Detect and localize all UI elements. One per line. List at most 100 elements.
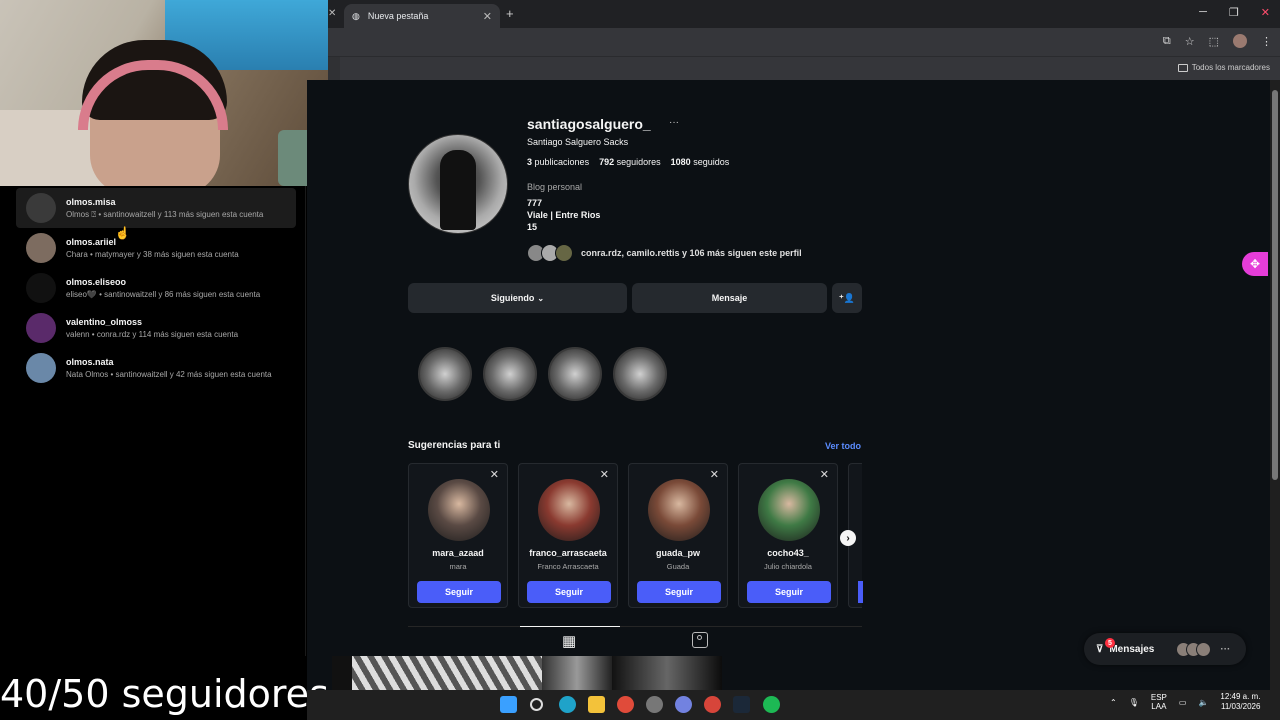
story-highlight[interactable] [418, 347, 472, 401]
posts-grid-icon[interactable]: ▦ [562, 632, 576, 650]
avatar[interactable] [538, 479, 600, 541]
message-button[interactable]: Mensaje [632, 283, 827, 313]
list-item[interactable]: olmos.nata Nata Olmos • santinowaitzell y… [16, 348, 296, 388]
tab-close-icon[interactable]: ✕ [483, 10, 492, 23]
suggestion-card[interactable]: ✕ cocho43_ Julio chiardola Seguir [738, 463, 838, 608]
list-item[interactable]: olmos.eliseoo eliseo🖤 • santinowaitzell y… [16, 268, 296, 308]
suggestion-username[interactable]: franco_arrascaeta [519, 548, 617, 558]
avatar[interactable] [26, 193, 56, 223]
messages-button[interactable]: ⊽ 5 Mensajes ··· [1084, 633, 1246, 665]
extensions-icon[interactable]: ⬚ [1209, 35, 1219, 48]
avatar[interactable] [26, 353, 56, 383]
list-item[interactable]: olmos.ariiel Chara • matymayer y 38 más s… [16, 228, 296, 268]
post-thumbnail[interactable] [612, 656, 722, 690]
following-stat[interactable]: 1080 seguidos [671, 157, 730, 167]
dismiss-icon[interactable]: ✕ [710, 468, 719, 481]
microphone-icon[interactable]: 🎙 [1129, 698, 1139, 707]
close-icon[interactable]: ✕ [328, 8, 336, 19]
avatar[interactable] [26, 233, 56, 263]
suggestion-name: Franco Arrascaeta [537, 562, 599, 571]
suggestion-card[interactable]: ✕ franco_arrascaeta Franco Arrascaeta Segui… [518, 463, 618, 608]
posts-stat[interactable]: 3 publicaciones [527, 157, 589, 167]
list-item-subtitle: Olmos ⍰ • santinowaitzell y 113 más sigu… [66, 209, 264, 219]
see-all-link[interactable]: Ver todo [825, 441, 861, 451]
follow-button[interactable]: Seguir [637, 581, 721, 603]
post-thumbnail[interactable] [542, 656, 612, 690]
webcam-feed [0, 0, 328, 186]
following-button[interactable]: Siguiendo ⌄ [408, 283, 627, 313]
star-icon[interactable]: ☆ [1185, 35, 1195, 48]
bio-line: 15 [527, 222, 538, 232]
story-highlight[interactable] [483, 347, 537, 401]
dismiss-icon[interactable]: ✕ [820, 468, 829, 481]
clock[interactable]: 12:49 a. m. 11/03/2026 [1220, 692, 1260, 712]
suggestion-card[interactable]: ✕ mara_azaad mara Seguir [408, 463, 508, 608]
tagged-icon[interactable] [692, 632, 708, 648]
follow-button[interactable]: Seguir [527, 581, 611, 603]
list-item-username[interactable]: olmos.ariiel [66, 237, 286, 247]
monitor-icon[interactable]: ▭ [1179, 698, 1187, 707]
follow-button[interactable]: Seguir [417, 581, 501, 603]
edge-icon[interactable] [559, 696, 576, 713]
restore-icon[interactable]: ❐ [1229, 6, 1239, 19]
explorer-icon[interactable] [588, 696, 605, 713]
volume-icon[interactable]: 🔈 [1198, 698, 1208, 707]
avatar[interactable] [428, 479, 490, 541]
chevron-up-icon[interactable]: ⌃ [1110, 698, 1117, 707]
suggestion-username[interactable]: cocho43_ [739, 548, 837, 558]
list-item[interactable]: olmos.misa Olmos ⍰ • santinowaitzell y 11… [16, 188, 296, 228]
scrollbar[interactable] [1270, 80, 1280, 690]
browser-toolbar: ⧉ ☆ ⬚ ⋮ [328, 28, 1280, 56]
spotify-icon[interactable] [763, 696, 780, 713]
minimize-icon[interactable]: ─ [1199, 6, 1207, 19]
extension-icon[interactable]: ✥ [1242, 252, 1268, 276]
post-thumbnail[interactable] [352, 656, 542, 690]
follow-button[interactable]: Seguir [747, 581, 831, 603]
followers-stat[interactable]: 792 seguidores [599, 157, 661, 167]
avatar[interactable] [758, 479, 820, 541]
steam-icon[interactable] [733, 696, 750, 713]
install-icon[interactable]: ⧉ [1163, 35, 1171, 48]
suggestion-username[interactable]: guada_pw [629, 548, 727, 558]
app-icon[interactable] [646, 696, 663, 713]
tab-new-tab[interactable]: ◍ Nueva pestaña ✕ [344, 4, 500, 28]
start-icon[interactable] [500, 696, 517, 713]
new-tab-button[interactable]: + [506, 6, 514, 21]
chrome-profile-icon[interactable] [704, 696, 721, 713]
post-thumbnail[interactable] [332, 656, 352, 690]
avatar[interactable] [26, 313, 56, 343]
send-icon: ⊽ [1096, 643, 1104, 655]
language-indicator[interactable]: ESP LAA [1151, 693, 1167, 711]
all-bookmarks[interactable]: Todos los marcadores [1177, 63, 1270, 72]
window-close-icon[interactable]: ✕ [1261, 6, 1270, 19]
avatar[interactable] [26, 273, 56, 303]
discord-icon[interactable] [675, 696, 692, 713]
dismiss-icon[interactable]: ✕ [490, 468, 499, 481]
list-item-username[interactable]: olmos.eliseoo [66, 277, 286, 287]
list-item-username[interactable]: olmos.misa [66, 197, 286, 207]
add-user-icon[interactable]: ⁺👤 [832, 283, 862, 313]
list-item-username[interactable]: olmos.nata [66, 357, 286, 367]
list-item-subtitle: valenn • conra.rdz y 114 más siguen esta… [66, 330, 239, 339]
story-highlight[interactable] [613, 347, 667, 401]
search-icon[interactable] [530, 698, 543, 711]
chevron-down-icon: ⌄ [537, 293, 545, 303]
avatar[interactable] [648, 479, 710, 541]
list-item-username[interactable]: valentino_olmoss [66, 317, 286, 327]
dismiss-icon[interactable]: ✕ [600, 468, 609, 481]
profile-stats: 3 publicaciones 792 seguidores 1080 segu… [527, 157, 729, 167]
more-options-icon[interactable]: ··· [669, 117, 679, 128]
story-highlight[interactable] [548, 347, 602, 401]
mutual-followers[interactable]: conra.rdz, camilo.rettis y 106 más sigue… [527, 244, 802, 262]
system-tray: ⌃ 🎙 ESP LAA ▭ 🔈 12:49 a. m. 11/03/2026 [1110, 692, 1260, 712]
chevron-right-icon[interactable]: › [840, 530, 856, 546]
unread-badge: 5 [1105, 638, 1115, 648]
profile-avatar[interactable] [1233, 34, 1247, 48]
menu-icon[interactable]: ⋮ [1261, 35, 1272, 48]
list-item[interactable]: valentino_olmossvalenn • conra.rdz y 114… [16, 308, 296, 348]
suggestion-username[interactable]: mara_azaad [409, 548, 507, 558]
chrome-icon[interactable] [617, 696, 634, 713]
suggestion-card[interactable]: ✕ guada_pw Guada Seguir [628, 463, 728, 608]
hand-cursor-icon: ☝ [115, 226, 130, 240]
recent-chats-avatars [1176, 641, 1212, 657]
